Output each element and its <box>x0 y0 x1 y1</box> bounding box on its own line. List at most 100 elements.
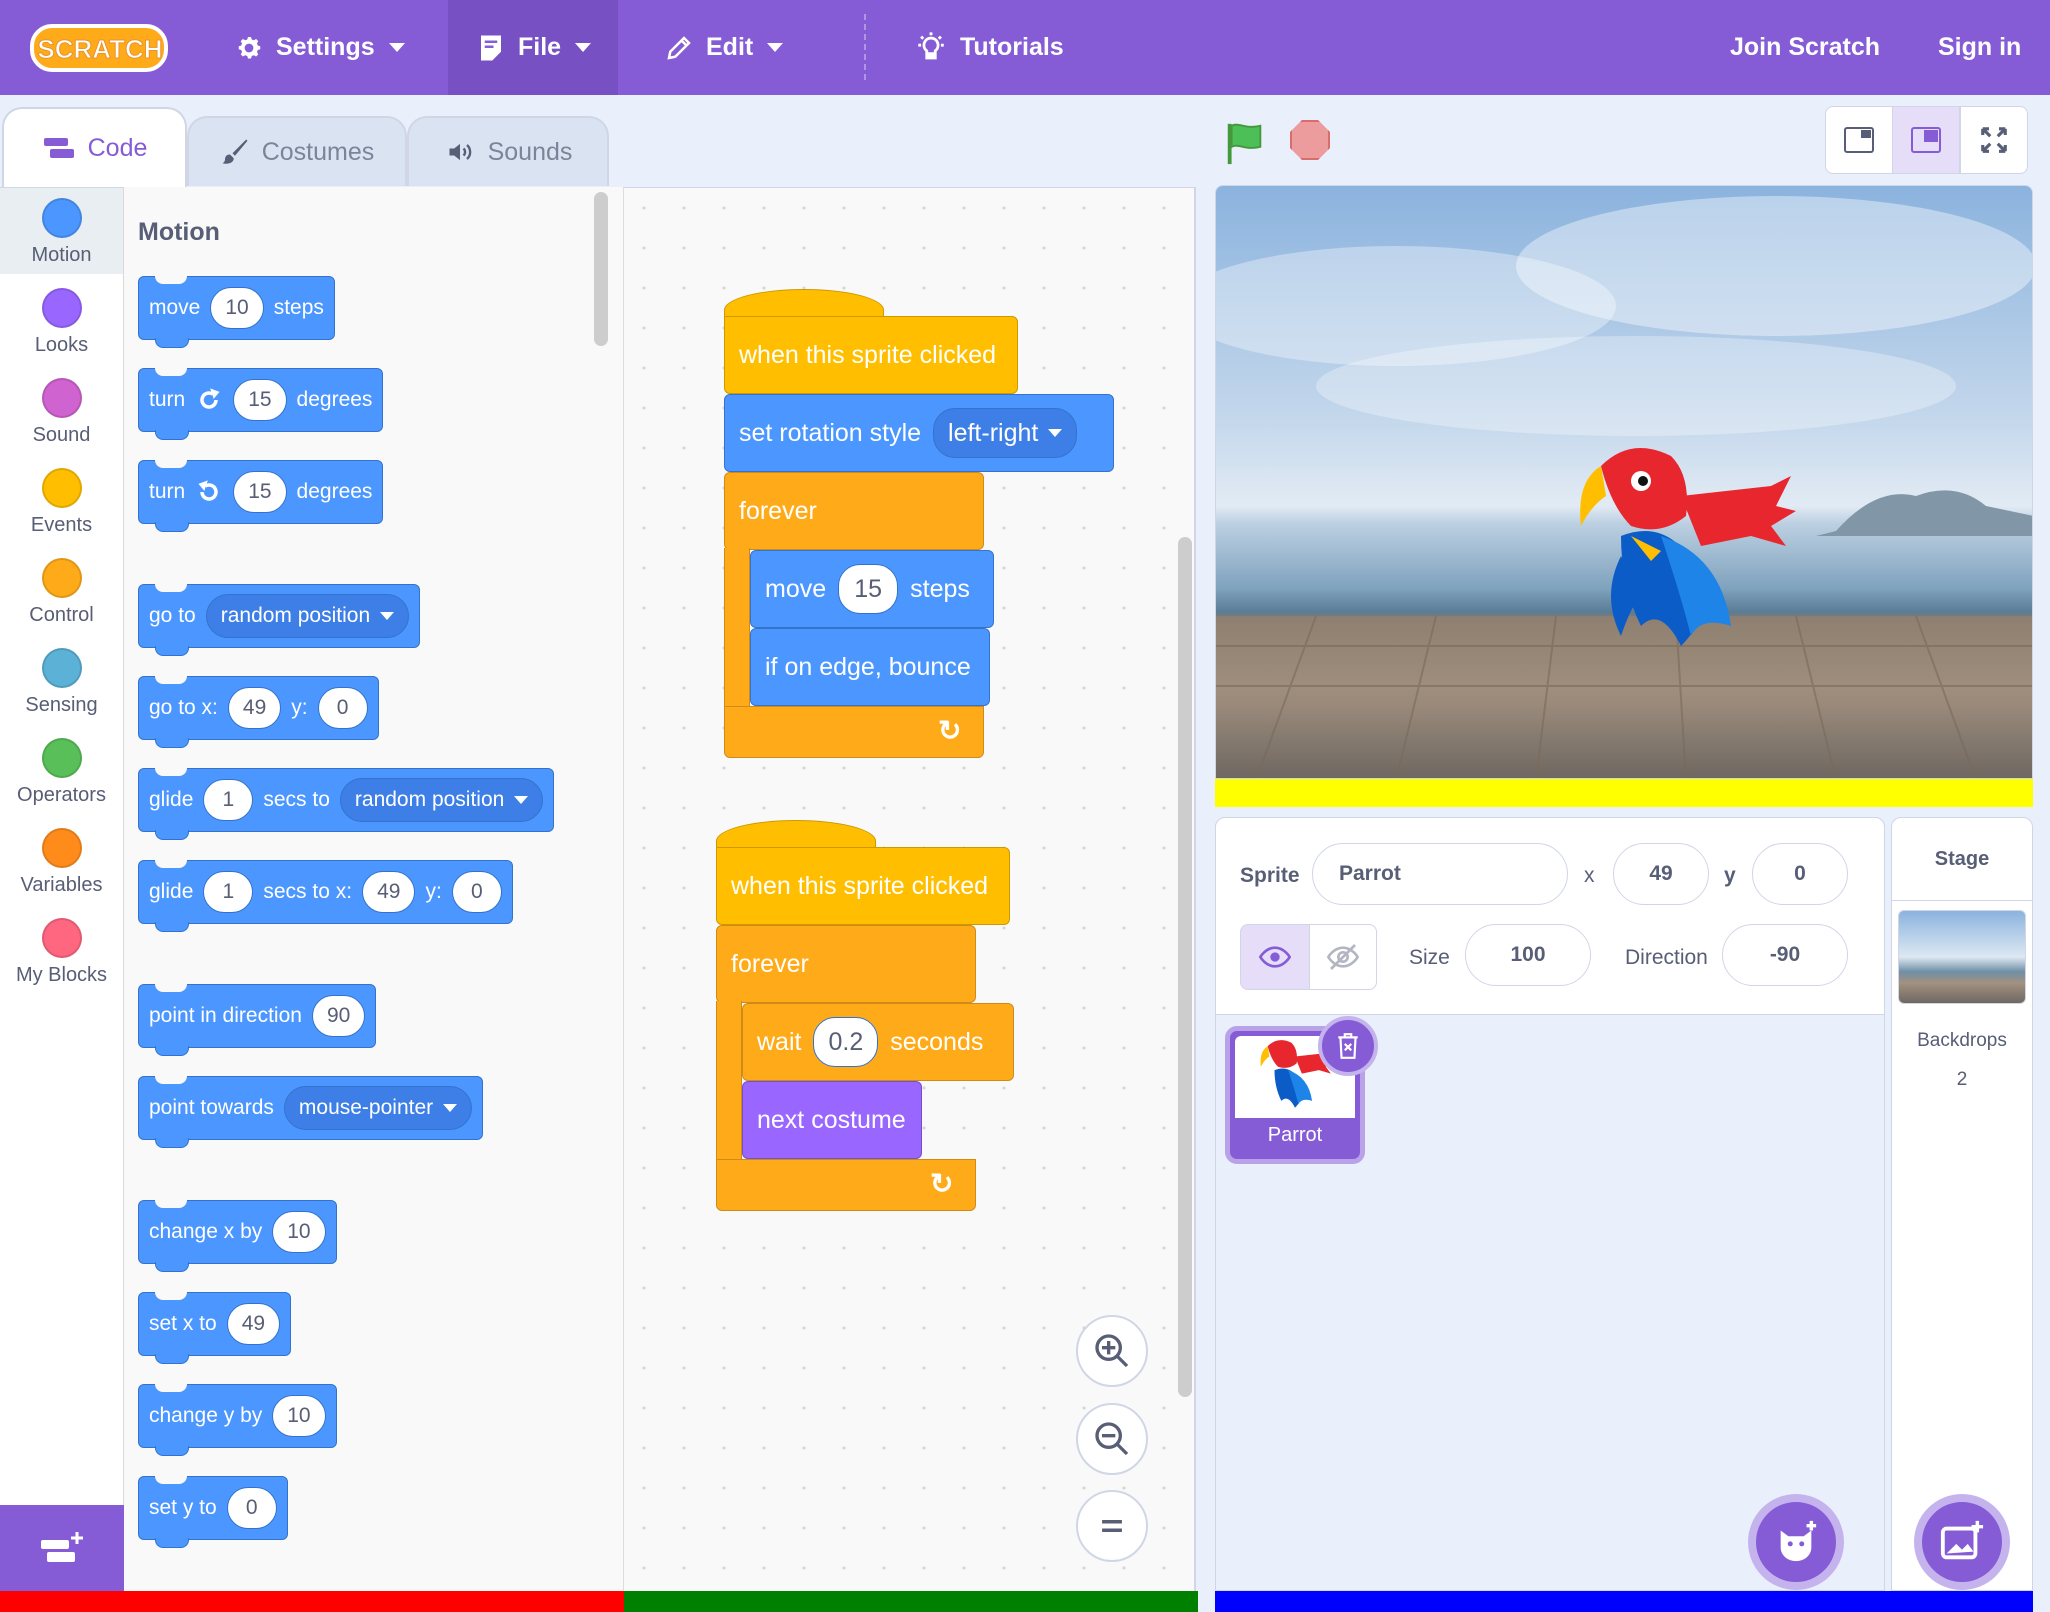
palette-scrollbar[interactable] <box>594 192 608 346</box>
rotation-style-dropdown[interactable]: left-right <box>933 408 1078 458</box>
script2-next-costume[interactable]: next costume <box>742 1081 922 1159</box>
block-move-steps[interactable]: move 10 steps <box>138 276 335 348</box>
settings-menu[interactable]: Settings <box>234 0 405 95</box>
block-change-x[interactable]: change x by 10 <box>138 1200 337 1272</box>
block-set-x[interactable]: set x to 49 <box>138 1292 292 1364</box>
fullscreen-button[interactable] <box>1960 106 2028 174</box>
steps-input[interactable]: 15 <box>838 564 899 614</box>
change-x-input[interactable]: 10 <box>272 1211 326 1253</box>
script2-wait-seconds[interactable]: wait 0.2 seconds <box>742 1003 1014 1081</box>
block-set-y[interactable]: set y to 0 <box>138 1476 288 1548</box>
x-position-input[interactable]: 49 <box>1613 843 1709 905</box>
small-stage-button[interactable] <box>1825 106 1893 174</box>
choose-backdrop-button[interactable] <box>1914 1494 2010 1590</box>
palette-bottom-bar <box>0 1591 624 1612</box>
category-motion[interactable]: Motion <box>0 188 123 274</box>
hide-sprite-button[interactable] <box>1309 924 1377 990</box>
script1-when-sprite-clicked[interactable]: when this sprite clicked <box>724 316 1018 394</box>
block-go-to[interactable]: go to random position <box>138 584 421 656</box>
category-label: Looks <box>34 334 89 356</box>
tab-costumes[interactable]: Costumes <box>187 116 407 186</box>
block-point-towards[interactable]: point towards mouse-pointer <box>138 1076 484 1148</box>
category-looks[interactable]: Looks <box>0 278 123 364</box>
script1-set-rotation-style[interactable]: set rotation style left-right <box>724 394 1114 472</box>
file-menu[interactable]: File <box>448 0 618 95</box>
size-input[interactable]: 100 <box>1465 924 1591 986</box>
tab-sounds[interactable]: Sounds <box>407 116 609 186</box>
go-to-dropdown[interactable]: random position <box>205 594 410 638</box>
tab-code[interactable]: Code <box>2 107 187 187</box>
choose-sprite-button[interactable] <box>1748 1494 1844 1590</box>
script1-move-steps[interactable]: move 15 steps <box>750 550 994 628</box>
y-input[interactable]: 0 <box>317 687 368 729</box>
show-sprite-button[interactable] <box>1240 924 1310 990</box>
block-turn-right[interactable]: turn 15 degrees <box>138 368 384 440</box>
block-text: go to x: <box>149 696 218 719</box>
secs-input[interactable]: 1 <box>203 779 254 821</box>
script2-when-sprite-clicked[interactable]: when this sprite clicked <box>716 847 1010 925</box>
point-towards-dropdown[interactable]: mouse-pointer <box>283 1086 473 1130</box>
add-extension-button[interactable] <box>0 1505 124 1591</box>
category-operators[interactable]: Operators <box>0 728 123 814</box>
script1-if-on-edge-bounce[interactable]: if on edge, bounce <box>750 628 990 706</box>
sign-in-label: Sign in <box>1938 33 2022 61</box>
block-go-to-xy[interactable]: go to x: 49 y: 0 <box>138 676 379 748</box>
category-sensing[interactable]: Sensing <box>0 638 123 724</box>
direction-input[interactable]: 90 <box>311 995 366 1037</box>
parrot-sprite[interactable] <box>1561 436 1801 676</box>
motion-color-dot <box>41 198 82 238</box>
category-variables[interactable]: Variables <box>0 818 123 904</box>
sensing-color-dot <box>41 648 82 688</box>
edit-menu[interactable]: Edit <box>664 0 784 95</box>
large-stage-button[interactable] <box>1892 106 1960 174</box>
script-area-scrollbar[interactable] <box>1178 537 1192 1397</box>
set-x-input[interactable]: 49 <box>226 1303 281 1345</box>
stage-bottom-color-bar <box>1215 1591 2033 1612</box>
sprite-name-input[interactable]: Parrot <box>1312 843 1568 905</box>
zoom-reset-button[interactable] <box>1076 1490 1148 1562</box>
secs-input[interactable]: 1 <box>203 871 254 913</box>
category-my-blocks[interactable]: My Blocks <box>0 908 123 994</box>
equals-icon <box>1102 1519 1122 1533</box>
green-flag-button[interactable] <box>1222 120 1268 171</box>
backdrop-thumbnail[interactable] <box>1898 910 2026 1004</box>
tab-sounds-label: Sounds <box>487 137 573 166</box>
block-turn-left[interactable]: turn 15 degrees <box>138 460 384 532</box>
glide-target-dropdown[interactable]: random position <box>339 778 544 822</box>
stop-button[interactable] <box>1290 120 1330 160</box>
join-scratch-button[interactable]: Join Scratch <box>1730 0 1880 95</box>
change-y-input[interactable]: 10 <box>272 1395 326 1437</box>
direction-input[interactable]: -90 <box>1722 924 1848 986</box>
steps-input[interactable]: 10 <box>210 287 264 329</box>
zoom-out-button[interactable] <box>1076 1403 1148 1475</box>
operators-color-dot <box>41 738 82 778</box>
block-text: when this sprite clicked <box>739 340 997 369</box>
degrees-input[interactable]: 15 <box>233 471 287 513</box>
large-stage-icon <box>1911 127 1941 153</box>
degrees-input[interactable]: 15 <box>233 379 287 421</box>
block-point-in-direction[interactable]: point in direction 90 <box>138 984 377 1056</box>
category-sound[interactable]: Sound <box>0 368 123 454</box>
forever-arm <box>724 548 750 708</box>
category-control[interactable]: Control <box>0 548 123 634</box>
y-position-input[interactable]: 0 <box>1752 843 1848 905</box>
sign-in-button[interactable]: Sign in <box>1938 0 2021 95</box>
zoom-in-button[interactable] <box>1076 1315 1148 1387</box>
wait-seconds-input[interactable]: 0.2 <box>813 1017 879 1067</box>
x-input[interactable]: 49 <box>362 871 416 913</box>
script2-forever[interactable]: forever <box>716 925 976 1003</box>
lightbulb-icon <box>918 31 944 59</box>
tutorials-button[interactable]: Tutorials <box>914 0 1064 95</box>
category-events[interactable]: Events <box>0 458 123 544</box>
x-input[interactable]: 49 <box>227 687 282 729</box>
scratch-logo[interactable]: SCRATCH <box>30 20 170 76</box>
stage-canvas[interactable] <box>1215 185 2033 779</box>
delete-sprite-button[interactable] <box>1318 1016 1378 1076</box>
y-input[interactable]: 0 <box>451 871 502 913</box>
block-glide-to-xy[interactable]: glide 1 secs to x: 49 y: 0 <box>138 860 513 932</box>
zoom-in-icon <box>1095 1334 1129 1368</box>
script1-forever[interactable]: forever <box>724 472 984 550</box>
set-y-input[interactable]: 0 <box>226 1487 277 1529</box>
block-change-y[interactable]: change y by 10 <box>138 1384 337 1456</box>
block-glide-to[interactable]: glide 1 secs to random position <box>138 768 555 840</box>
